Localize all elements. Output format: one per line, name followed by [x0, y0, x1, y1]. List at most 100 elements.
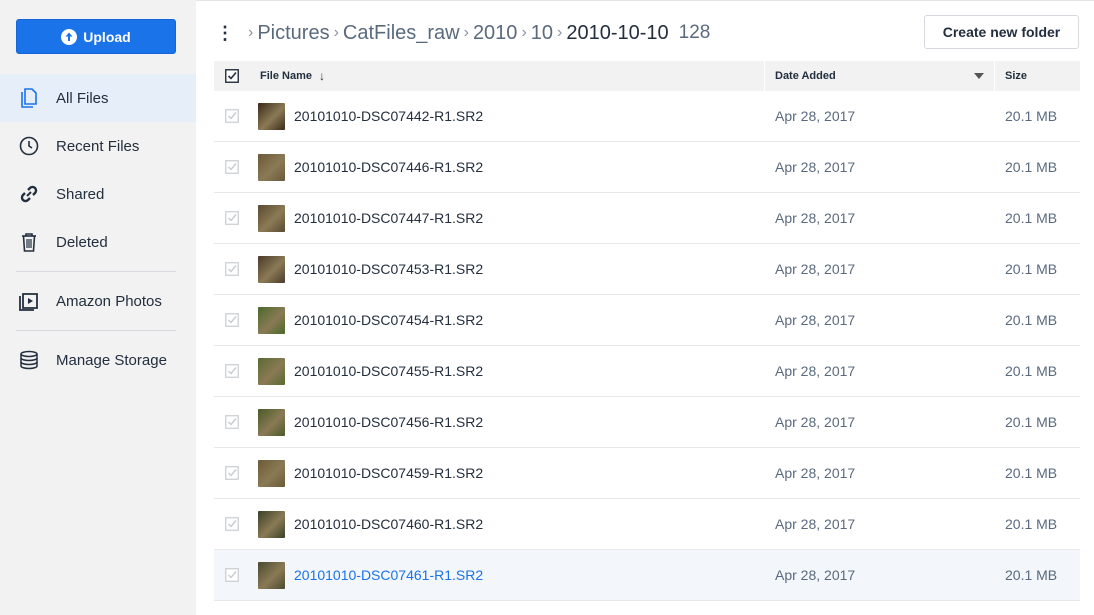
- item-count: 128: [678, 22, 711, 43]
- breadcrumb-current-folder: 2010-10-10: [566, 21, 669, 44]
- file-name[interactable]: 20101010-DSC07459-R1.SR2: [294, 465, 483, 481]
- select-all-checkbox[interactable]: [214, 61, 250, 91]
- breadcrumb-separator: ›: [248, 24, 254, 41]
- file-name-cell[interactable]: 20101010-DSC07453-R1.SR2: [250, 255, 765, 283]
- sidebar-item-all-files[interactable]: All Files: [0, 74, 196, 122]
- file-name[interactable]: 20101010-DSC07456-R1.SR2: [294, 414, 483, 430]
- date-added-cell: Apr 28, 2017: [775, 516, 856, 532]
- table-row[interactable]: 20101010-DSC07456-R1.SR2 Apr 28, 2017 20.1…: [214, 397, 1080, 448]
- file-thumbnail: [258, 204, 285, 232]
- breadcrumb-separator: ›: [557, 24, 563, 41]
- row-checkbox[interactable]: [214, 211, 250, 225]
- column-header-size[interactable]: Size: [995, 61, 1080, 91]
- file-name-cell[interactable]: 20101010-DSC07459-R1.SR2: [250, 459, 765, 487]
- date-added-cell: Apr 28, 2017: [775, 210, 856, 226]
- file-name[interactable]: 20101010-DSC07442-R1.SR2: [294, 108, 483, 124]
- row-checkbox[interactable]: [214, 262, 250, 276]
- row-checkbox[interactable]: [214, 313, 250, 327]
- file-size-cell: 20.1 MB: [1005, 414, 1058, 430]
- file-name[interactable]: 20101010-DSC07446-R1.SR2: [294, 159, 483, 175]
- file-name-cell[interactable]: 20101010-DSC07460-R1.SR2: [250, 510, 765, 538]
- checkbox-icon: [225, 313, 239, 327]
- file-name-cell[interactable]: 20101010-DSC07455-R1.SR2: [250, 357, 765, 385]
- file-name-cell[interactable]: 20101010-DSC07454-R1.SR2: [250, 306, 765, 334]
- table-row[interactable]: 20101010-DSC07442-R1.SR2 Apr 28, 2017 20.1…: [214, 91, 1080, 142]
- table-row[interactable]: 20101010-DSC07453-R1.SR2 Apr 28, 2017 20.1…: [214, 244, 1080, 295]
- file-thumbnail: [258, 510, 285, 538]
- sidebar-item-amazon-photos[interactable]: Amazon Photos: [0, 277, 196, 325]
- sidebar-item-deleted[interactable]: Deleted: [0, 218, 196, 266]
- file-size-cell: 20.1 MB: [1005, 567, 1058, 583]
- file-name[interactable]: 20101010-DSC07453-R1.SR2: [294, 261, 483, 277]
- table-row[interactable]: 20101010-DSC07447-R1.SR2 Apr 28, 2017 20.1…: [214, 193, 1080, 244]
- file-size-cell: 20.1 MB: [1005, 363, 1058, 379]
- breadcrumb-item-10[interactable]: 10: [531, 22, 553, 45]
- file-name[interactable]: 20101010-DSC07454-R1.SR2: [294, 312, 483, 328]
- more-options-icon[interactable]: ⋮: [216, 23, 234, 44]
- create-new-folder-button[interactable]: Create new folder: [924, 15, 1079, 49]
- file-name-cell[interactable]: 20101010-DSC07447-R1.SR2: [250, 204, 765, 232]
- sidebar-nav: All Files Recent Files Shared Deleted Am…: [0, 74, 196, 384]
- upload-button[interactable]: Upload: [16, 19, 176, 54]
- link-icon: [18, 183, 40, 205]
- file-name[interactable]: 20101010-DSC07455-R1.SR2: [294, 363, 483, 379]
- file-name[interactable]: 20101010-DSC07461-R1.SR2: [294, 567, 483, 583]
- chevron-down-icon[interactable]: [974, 73, 984, 79]
- row-checkbox[interactable]: [214, 568, 250, 582]
- table-row[interactable]: 20101010-DSC07446-R1.SR2 Apr 28, 2017 20.1…: [214, 142, 1080, 193]
- breadcrumb: ⋮ › Pictures › CatFiles_raw › 2010 › 10 …: [216, 18, 710, 48]
- file-name[interactable]: 20101010-DSC07460-R1.SR2: [294, 516, 483, 532]
- upload-icon: [61, 28, 78, 45]
- row-checkbox[interactable]: [214, 415, 250, 429]
- sort-descending-icon: ↓: [318, 69, 325, 83]
- table-row[interactable]: 20101010-DSC07460-R1.SR2 Apr 28, 2017 20.1…: [214, 499, 1080, 550]
- breadcrumb-item-pictures[interactable]: Pictures: [257, 22, 329, 45]
- file-size-cell: 20.1 MB: [1005, 210, 1058, 226]
- file-size-cell: 20.1 MB: [1005, 108, 1058, 124]
- date-added-cell: Apr 28, 2017: [775, 108, 856, 124]
- file-name-cell[interactable]: 20101010-DSC07461-R1.SR2: [250, 561, 765, 589]
- file-name-cell[interactable]: 20101010-DSC07456-R1.SR2: [250, 408, 765, 436]
- table-row[interactable]: 20101010-DSC07461-R1.SR2 Apr 28, 2017 20.1…: [214, 550, 1080, 601]
- checkbox-icon: [225, 568, 239, 582]
- file-size-cell: 20.1 MB: [1005, 312, 1058, 328]
- sidebar-item-label: Shared: [56, 185, 105, 203]
- table-row[interactable]: 20101010-DSC07459-R1.SR2 Apr 28, 2017 20.1…: [214, 448, 1080, 499]
- file-name-cell[interactable]: 20101010-DSC07442-R1.SR2: [250, 102, 765, 130]
- date-added-cell: Apr 28, 2017: [775, 567, 856, 583]
- file-thumbnail: [258, 357, 285, 385]
- file-name-cell[interactable]: 20101010-DSC07446-R1.SR2: [250, 153, 765, 181]
- table-row[interactable]: 20101010-DSC07454-R1.SR2 Apr 28, 2017 20.1…: [214, 295, 1080, 346]
- file-thumbnail: [258, 102, 285, 130]
- column-header-date-added[interactable]: Date Added: [765, 61, 995, 91]
- checkbox-icon: [225, 364, 239, 378]
- row-checkbox[interactable]: [214, 466, 250, 480]
- file-thumbnail: [258, 306, 285, 334]
- sidebar-item-shared[interactable]: Shared: [0, 170, 196, 218]
- checkbox-icon: [225, 69, 239, 83]
- date-added-cell: Apr 28, 2017: [775, 414, 856, 430]
- breadcrumb-separator: ›: [463, 24, 469, 41]
- file-table: File Name ↓ Date Added Size 20101010-DSC…: [214, 61, 1080, 601]
- upload-label: Upload: [83, 28, 131, 45]
- checkbox-icon: [225, 517, 239, 531]
- sidebar: Upload All Files Recent Files Shared Del…: [0, 0, 196, 615]
- checkbox-icon: [225, 211, 239, 225]
- column-header-label: Size: [1005, 70, 1028, 82]
- date-added-cell: Apr 28, 2017: [775, 465, 856, 481]
- row-checkbox[interactable]: [214, 517, 250, 531]
- top-divider: [196, 0, 1094, 1]
- row-checkbox[interactable]: [214, 109, 250, 123]
- row-checkbox[interactable]: [214, 160, 250, 174]
- breadcrumb-item-catfiles-raw[interactable]: CatFiles_raw: [343, 22, 460, 45]
- row-checkbox[interactable]: [214, 364, 250, 378]
- breadcrumb-item-2010[interactable]: 2010: [473, 22, 518, 45]
- column-header-file-name[interactable]: File Name ↓: [250, 61, 765, 91]
- sidebar-item-manage-storage[interactable]: Manage Storage: [0, 336, 196, 384]
- column-header-label: File Name: [260, 70, 312, 82]
- file-name[interactable]: 20101010-DSC07447-R1.SR2: [294, 210, 483, 226]
- sidebar-item-recent-files[interactable]: Recent Files: [0, 122, 196, 170]
- photos-icon: [18, 290, 40, 312]
- file-thumbnail: [258, 153, 285, 181]
- table-row[interactable]: 20101010-DSC07455-R1.SR2 Apr 28, 2017 20.1…: [214, 346, 1080, 397]
